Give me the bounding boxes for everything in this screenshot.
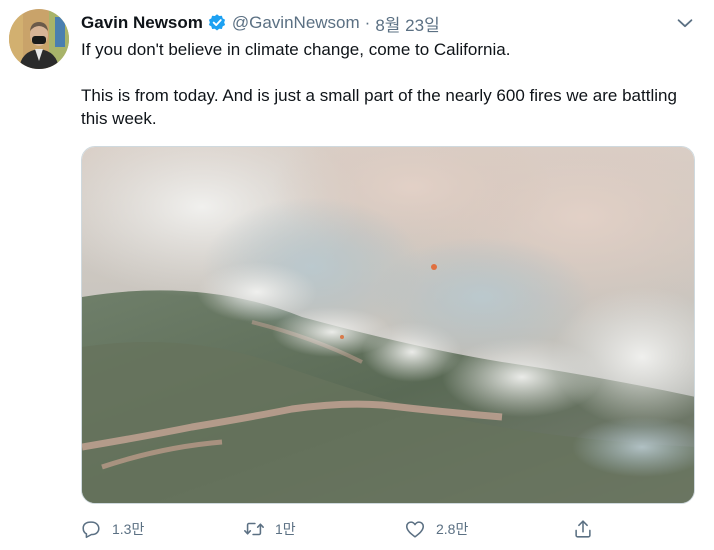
- tweet-text-line: If you don't believe in climate change, …: [81, 40, 511, 59]
- reply-icon: [82, 521, 100, 539]
- share-button[interactable]: [572, 514, 604, 544]
- tweet-text-line: This is from today. And is just a small …: [81, 86, 677, 128]
- tweet-header: Gavin Newsom @GavinNewsom · 8월 23일: [81, 10, 696, 36]
- retweet-icon: [244, 522, 264, 536]
- like-count: 2.8만: [436, 521, 469, 537]
- verified-badge-icon: [207, 13, 227, 33]
- retweet-button[interactable]: 1만: [243, 514, 296, 544]
- heart-icon: [405, 521, 425, 538]
- tweet-photo[interactable]: [81, 146, 695, 504]
- avatar[interactable]: [9, 9, 69, 69]
- like-button[interactable]: 2.8만: [404, 514, 468, 544]
- chevron-down-icon[interactable]: [674, 12, 696, 34]
- author-handle[interactable]: @GavinNewsom: [232, 13, 360, 33]
- retweet-count: 1만: [275, 521, 296, 537]
- author-name[interactable]: Gavin Newsom: [81, 13, 203, 33]
- reply-button[interactable]: 1.3만: [80, 514, 144, 544]
- tweet-text: If you don't believe in climate change, …: [81, 38, 691, 130]
- tweet-date[interactable]: 8월 23일: [375, 11, 439, 36]
- reply-count: 1.3만: [112, 521, 145, 537]
- separator-dot: ·: [364, 13, 371, 32]
- tweet-actions: 1.3만 1만 2.8만: [76, 514, 696, 544]
- tweet-card[interactable]: Gavin Newsom @GavinNewsom · 8월 23일 If yo…: [0, 0, 714, 550]
- share-icon: [575, 520, 591, 538]
